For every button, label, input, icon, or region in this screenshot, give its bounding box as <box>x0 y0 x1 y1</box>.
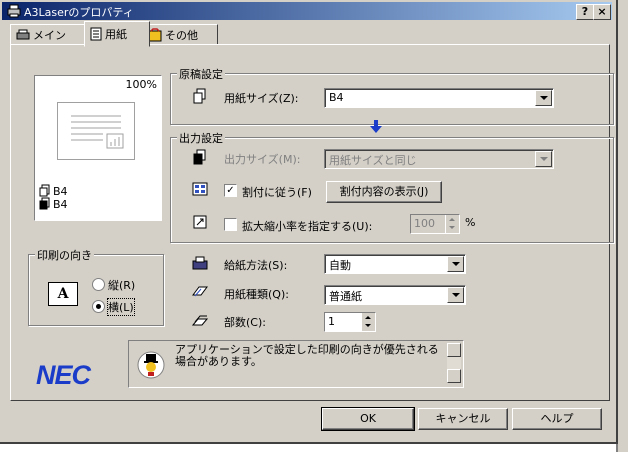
fit-checkbox[interactable]: ✓ <box>224 184 237 197</box>
title-bar[interactable]: A3Laserのプロパティ ? × <box>2 2 612 20</box>
orientation-label: 印刷の向き <box>35 247 94 263</box>
output-settings-label: 出力設定 <box>177 130 225 146</box>
paper-source-icon <box>192 256 208 270</box>
help-button[interactable]: ヘルプ <box>512 408 602 430</box>
output-size-setting-icon <box>193 149 206 165</box>
cancel-button[interactable]: キャンセル <box>418 408 508 430</box>
output-size-icon <box>39 197 50 210</box>
output-size-dropdown-arrow[interactable] <box>535 151 552 167</box>
nec-logo: NEC <box>36 360 91 390</box>
message-scrollbar[interactable] <box>447 343 461 383</box>
arrow-down-icon <box>370 120 382 133</box>
paper-type-value: 普通紙 <box>329 290 362 303</box>
tab-main-label: メイン <box>33 29 66 42</box>
portrait-radio[interactable] <box>92 278 105 291</box>
layout-icon <box>192 182 208 196</box>
preview-source-size: B4 <box>53 185 68 198</box>
preview-page-image <box>57 102 135 160</box>
original-settings-label: 原稿設定 <box>177 66 225 82</box>
copies-value: 1 <box>328 315 335 328</box>
scale-unit: % <box>465 216 476 229</box>
other-tab-icon <box>148 28 162 42</box>
preview-output-size: B4 <box>53 198 68 211</box>
paper-size-label: 用紙サイズ(Z): <box>224 92 299 105</box>
copies-spinner[interactable]: 1 <box>324 312 376 332</box>
tab-paper-label: 用紙 <box>105 28 127 41</box>
paper-size-select[interactable]: B4 <box>324 88 554 108</box>
copies-label: 部数(C): <box>224 316 266 329</box>
show-layout-button[interactable]: 割付内容の表示(J) <box>326 181 442 203</box>
tab-paper[interactable]: 用紙 <box>84 21 150 47</box>
info-message: アプリケーションで設定した印刷の向きが優先される場合があります。 <box>175 343 439 368</box>
landscape-radio[interactable] <box>92 300 105 313</box>
paper-type-icon <box>192 286 208 297</box>
paper-tab-icon <box>90 27 102 41</box>
fit-label: 割付に従う(F) <box>242 186 312 199</box>
portrait-label: 縦(R) <box>108 279 136 292</box>
paper-source-dropdown-arrow[interactable] <box>447 256 464 272</box>
properties-dialog: A3Laserのプロパティ ? × メイン 用紙 その他 100% B4 B4 … <box>0 0 618 444</box>
paper-size-value: B4 <box>329 91 344 104</box>
scroll-down-button[interactable] <box>447 369 461 383</box>
background-window-edge <box>616 0 628 452</box>
scale-label: 拡大縮小率を指定する(U): <box>242 220 373 233</box>
tab-main[interactable]: メイン <box>10 24 85 45</box>
landscape-label: 横(L) <box>107 298 135 316</box>
tab-other-label: その他 <box>165 29 198 42</box>
scale-spinner[interactable]: 100 <box>410 214 460 234</box>
output-size-value: 用紙サイズと同じ <box>329 154 417 167</box>
info-message-box: アプリケーションで設定した印刷の向きが優先される場合があります。 <box>128 340 464 388</box>
copies-spinner-buttons[interactable] <box>361 313 375 331</box>
preview-zoom: 100% <box>125 78 157 91</box>
printer-icon <box>7 4 21 18</box>
output-size-select[interactable]: 用紙サイズと同じ <box>324 149 554 169</box>
scale-spinner-buttons[interactable] <box>445 215 459 233</box>
scale-value: 100 <box>414 217 435 230</box>
mascot-icon <box>137 351 165 379</box>
paper-type-label: 用紙種類(Q): <box>224 288 289 301</box>
copies-icon <box>192 315 208 326</box>
scroll-up-button[interactable] <box>447 343 461 357</box>
ok-button[interactable]: OK <box>321 407 415 431</box>
paper-source-value: 自動 <box>329 259 351 272</box>
paper-size-icon <box>193 88 206 104</box>
orientation-preview-icon: A <box>48 282 78 306</box>
paper-preview: 100% B4 B4 <box>34 75 162 221</box>
output-size-label: 出力サイズ(M): <box>224 153 301 166</box>
tab-other[interactable]: その他 <box>142 24 218 45</box>
paper-type-select[interactable]: 普通紙 <box>324 285 466 305</box>
paper-size-dropdown-arrow[interactable] <box>535 90 552 106</box>
source-size-icon <box>39 184 50 197</box>
window-title: A3Laserのプロパティ <box>24 6 134 19</box>
close-title-button[interactable]: × <box>593 4 611 20</box>
paper-type-dropdown-arrow[interactable] <box>447 287 464 303</box>
scale-icon <box>193 215 207 229</box>
help-title-button[interactable]: ? <box>576 4 594 20</box>
paper-source-label: 給紙方法(S): <box>224 259 288 272</box>
main-tab-icon <box>16 29 30 40</box>
paper-source-select[interactable]: 自動 <box>324 254 466 274</box>
scale-checkbox[interactable] <box>224 218 237 231</box>
